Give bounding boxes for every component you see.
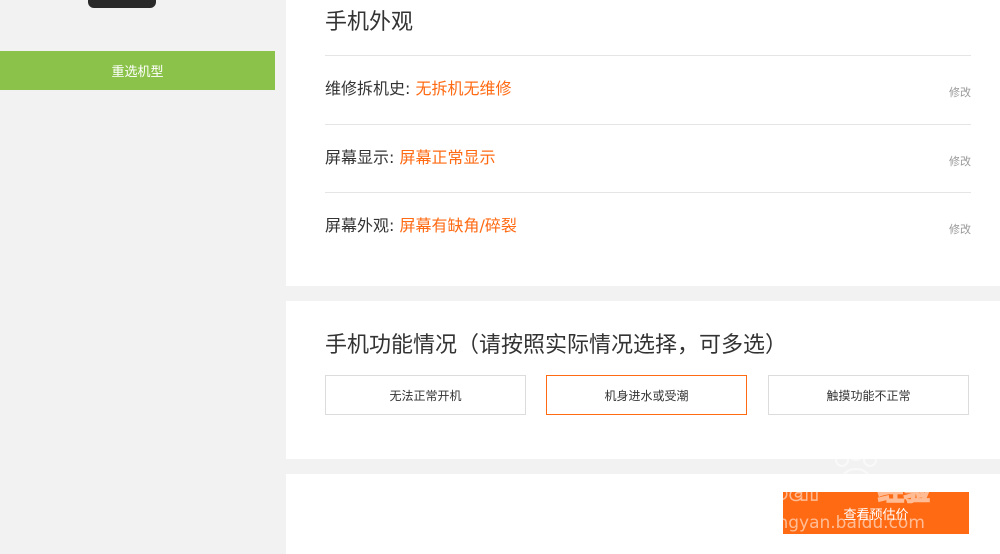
action-panel: 查看预估价	[286, 474, 1000, 554]
divider	[325, 55, 971, 56]
divider	[325, 124, 971, 125]
sidebar: 重选机型	[0, 0, 275, 554]
row-label: 屏幕外观: 屏幕有缺角/碎裂	[325, 216, 517, 235]
reselect-model-button[interactable]: 重选机型	[0, 51, 275, 90]
option-cannot-power-on[interactable]: 无法正常开机	[325, 375, 526, 415]
function-title: 手机功能情况（请按照实际情况选择，可多选）	[325, 333, 788, 358]
edit-link[interactable]: 修改	[949, 84, 971, 100]
row-label: 维修拆机史: 无拆机无维修	[325, 79, 512, 98]
row-label: 屏幕显示: 屏幕正常显示	[325, 148, 496, 167]
appearance-row-screen-display: 屏幕显示: 屏幕正常显示 修改	[325, 144, 971, 184]
option-water-damage[interactable]: 机身进水或受潮	[546, 375, 747, 415]
appearance-panel: 手机外观 维修拆机史: 无拆机无维修 修改 屏幕显示: 屏幕正常显示 修改 屏幕…	[286, 0, 1000, 286]
function-panel: 手机功能情况（请按照实际情况选择，可多选） 无法正常开机 机身进水或受潮 触摸功…	[286, 301, 1000, 459]
appearance-title: 手机外观	[325, 10, 414, 35]
view-estimate-button[interactable]: 查看预估价	[783, 492, 969, 534]
row-value: 无拆机无维修	[415, 79, 512, 98]
row-value: 屏幕正常显示	[399, 148, 496, 167]
edit-link[interactable]: 修改	[949, 221, 971, 237]
option-touch-malfunction[interactable]: 触摸功能不正常	[768, 375, 969, 415]
appearance-row-repair-history: 维修拆机史: 无拆机无维修 修改	[325, 75, 971, 115]
appearance-row-screen-exterior: 屏幕外观: 屏幕有缺角/碎裂 修改	[325, 212, 971, 252]
edit-link[interactable]: 修改	[949, 153, 971, 169]
divider	[325, 192, 971, 193]
phone-thumbnail	[88, 0, 156, 8]
row-value: 屏幕有缺角/碎裂	[399, 216, 517, 235]
